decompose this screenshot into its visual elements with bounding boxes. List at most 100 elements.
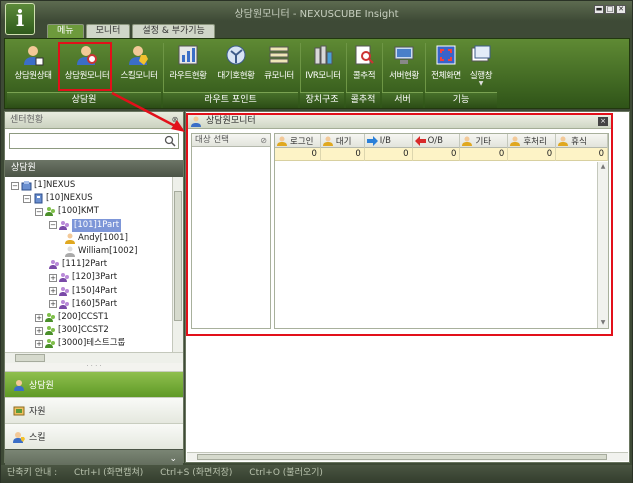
tab-menu[interactable]: 메뉴 — [47, 24, 84, 38]
search-input[interactable] — [10, 134, 160, 148]
nav-item-counselor[interactable]: 상담원 — [5, 371, 183, 397]
expand-icon[interactable]: + — [49, 287, 57, 296]
search-icon[interactable] — [164, 135, 176, 147]
scroll-thumb[interactable] — [15, 354, 45, 362]
waiting-call-button[interactable]: 대기호현황 — [212, 42, 260, 88]
target-select-header[interactable]: 대상 선택 ⊘ — [192, 134, 270, 147]
tree-item-label: [1]NEXUS — [34, 180, 76, 190]
tree-item-label: [300]CCST2 — [58, 325, 109, 336]
tree-vertical-scrollbar[interactable] — [172, 177, 183, 352]
route-status-button[interactable]: 라우트현황 — [165, 42, 211, 88]
column-header[interactable]: 휴식 — [556, 134, 609, 148]
table-cell: 0 — [508, 148, 557, 161]
group-counselor: 상담원 — [7, 92, 161, 108]
tree-item[interactable]: − [100]KMT — [35, 205, 99, 218]
group-route-point: 라우트 포인트 — [163, 92, 298, 108]
tree-item[interactable]: + [160]5Part — [49, 298, 117, 311]
run-window-button[interactable]: 실행창 ▼ — [466, 42, 496, 88]
collapse-icon[interactable]: ⊗ — [170, 115, 180, 125]
group-icon — [45, 312, 58, 323]
expand-icon[interactable]: + — [49, 300, 57, 309]
collapse-icon[interactable]: − — [35, 207, 43, 216]
app-logo[interactable]: i — [5, 3, 35, 35]
call-trace-icon — [355, 45, 374, 65]
agent-status-button[interactable]: 상담원상태 — [8, 42, 58, 88]
other-agent-icon — [462, 136, 475, 146]
tree-item[interactable]: − [1]NEXUS — [11, 179, 75, 192]
table-cell: 0 — [321, 148, 365, 161]
tree-item[interactable]: [111]2Part — [49, 258, 107, 271]
monitor-title: 상담원모니터 — [206, 116, 256, 126]
tree-horizontal-scrollbar[interactable] — [5, 352, 183, 363]
column-header[interactable]: I/B — [365, 134, 413, 148]
minimize-button[interactable]: ▬ — [594, 5, 604, 14]
queue-monitor-button[interactable]: 큐모니터 — [261, 42, 297, 88]
shortcut-capture: Ctrl+I (화면캡쳐) — [74, 468, 144, 478]
scroll-thumb[interactable] — [197, 454, 607, 460]
ivr-monitor-button[interactable]: IVR모니터 — [302, 42, 344, 88]
collapse-icon[interactable]: − — [49, 221, 57, 230]
tree-item[interactable]: − [10]NEXUS — [23, 192, 93, 205]
scroll-down-icon[interactable]: ▼ — [598, 318, 608, 328]
table-row[interactable]: 0000000 — [275, 148, 609, 161]
close-window-button[interactable]: ✕ — [616, 5, 626, 14]
chevron-down-icon: ▼ — [478, 80, 484, 87]
expand-icon[interactable]: + — [35, 313, 43, 322]
table-cell: 0 — [556, 148, 609, 161]
skill-monitor-button[interactable]: 스킬모니터 — [116, 42, 162, 88]
expand-icon[interactable]: + — [35, 326, 43, 335]
column-header[interactable]: 후처리 — [508, 134, 557, 148]
tree-item[interactable]: + [200]CCST1 — [35, 311, 109, 324]
tree-item[interactable]: − [101]1Part — [49, 218, 122, 232]
maximize-button[interactable]: □ — [605, 5, 615, 14]
target-select-box[interactable]: 대상 선택 ⊘ — [191, 133, 271, 329]
part-icon — [49, 259, 62, 270]
column-header-label: 기타 — [475, 137, 492, 147]
column-header[interactable]: 기타 — [460, 134, 509, 148]
group-function: 기능 — [425, 92, 497, 108]
collapse-icon[interactable]: − — [23, 194, 31, 203]
tree-item-label: [3000]테스트그룹 — [58, 338, 126, 349]
fullscreen-button[interactable]: 전체화면 — [427, 42, 465, 88]
counselor-section-bar: 상담원 — [5, 160, 183, 177]
tree-item[interactable]: William[1002] — [65, 245, 137, 258]
tree-item[interactable]: + [300]CCST2 — [35, 324, 109, 337]
tab-settings[interactable]: 설정 & 부가기능 — [132, 24, 215, 38]
panel-splitter[interactable]: · · · · — [5, 363, 183, 371]
column-header[interactable]: 대기 — [321, 134, 365, 148]
tree-item[interactable]: + [120]3Part — [49, 271, 117, 284]
tree-item[interactable]: + [3000]테스트그룹 — [35, 337, 125, 350]
tree-item-label: [111]2Part — [62, 259, 108, 270]
window-title: 상담원모니터 - NEXUSCUBE Insight — [234, 9, 399, 20]
tab-monitor[interactable]: 모니터 — [85, 24, 131, 38]
tree-item[interactable]: Andy[1001] — [65, 232, 128, 245]
expand-icon[interactable]: + — [49, 273, 57, 282]
nav-item-resource[interactable]: 자원 — [5, 397, 183, 423]
org-tree: − [1]NEXUS − [10]NEXUS − [100]KMT − [101]1Part A… — [5, 177, 183, 352]
agent-monitor-window: 상담원모니터 × 대상 선택 ⊘ 로그인 대기 I/B O/B 기타 후처리 휴식 0000… — [186, 113, 613, 336]
scroll-thumb[interactable] — [174, 191, 182, 321]
call-trace-button[interactable]: 콜추적 — [348, 42, 380, 88]
nav-item-skill[interactable]: 스킬 — [5, 423, 183, 449]
grid-vertical-scrollbar[interactable]: ▲ ▼ — [597, 162, 608, 328]
expand-icon[interactable]: + — [35, 339, 43, 348]
scroll-up-icon[interactable]: ▲ — [598, 162, 608, 172]
tree-item[interactable]: + [150]4Part — [49, 285, 117, 298]
login-agent-icon — [277, 136, 290, 146]
server-status-button[interactable]: 서버현황 — [384, 42, 424, 88]
column-header-label: 로그인 — [290, 137, 314, 147]
table-cell: 0 — [460, 148, 509, 161]
column-header[interactable]: O/B — [413, 134, 461, 148]
group-device: 장치구조 — [300, 92, 344, 108]
column-header-label: O/B — [427, 136, 443, 146]
main-horizontal-scrollbar[interactable] — [187, 452, 628, 461]
chevron-down-icon[interactable]: ⊘ — [260, 134, 267, 147]
close-icon[interactable]: × — [598, 117, 608, 126]
column-header[interactable]: 로그인 — [275, 134, 321, 148]
collapse-icon[interactable]: − — [11, 181, 19, 190]
table-cell: 0 — [413, 148, 461, 161]
app-window: 상담원모니터 - NEXUSCUBE Insight ▬ □ ✕ i 메뉴 모니… — [0, 0, 633, 483]
agent-icon — [65, 233, 78, 244]
server-status-icon — [394, 46, 414, 64]
run-window-icon — [471, 45, 491, 62]
